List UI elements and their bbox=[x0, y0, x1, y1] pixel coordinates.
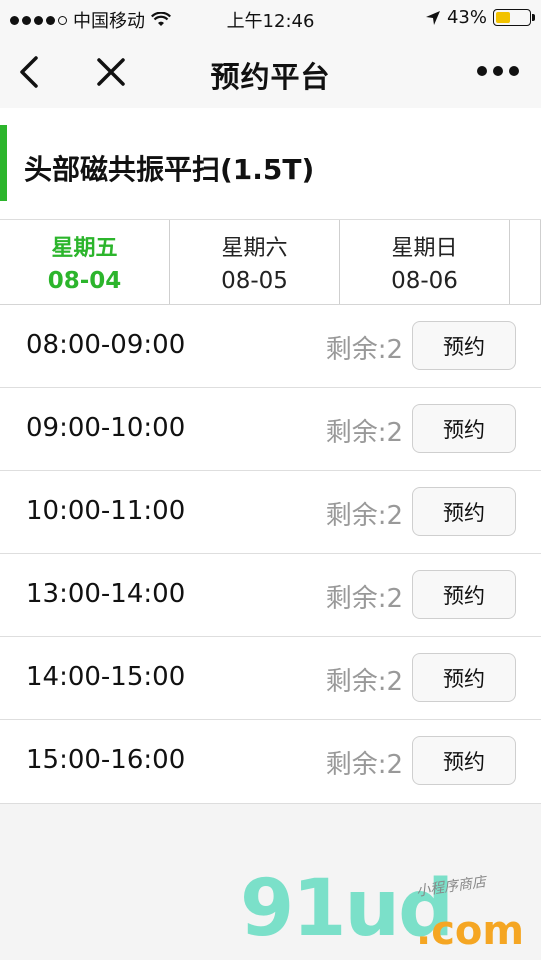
book-button[interactable]: 预约 bbox=[412, 653, 516, 702]
date-tab-date: 08-05 bbox=[221, 268, 288, 294]
watermark-suffix: .com bbox=[416, 908, 525, 954]
location-arrow-icon bbox=[425, 10, 440, 25]
slot-remaining: 剩余:2 bbox=[325, 335, 403, 365]
date-tab-weekday: 星期五 bbox=[51, 236, 118, 261]
slot-time: 14:00-15:00 bbox=[26, 662, 186, 692]
status-right: 43% bbox=[425, 7, 535, 28]
slot-row: 13:00-14:00 剩余:2 预约 bbox=[0, 554, 541, 637]
service-header: 头部磁共振平扫(1.5T) bbox=[0, 108, 541, 220]
accent-bar bbox=[0, 125, 7, 201]
slot-row: 14:00-15:00 剩余:2 预约 bbox=[0, 637, 541, 720]
slot-remaining: 剩余:2 bbox=[325, 418, 403, 448]
slot-remaining: 剩余:2 bbox=[325, 667, 403, 697]
battery-icon bbox=[493, 9, 535, 26]
page-title: 预约平台 bbox=[210, 60, 331, 94]
slot-time: 15:00-16:00 bbox=[26, 745, 186, 775]
book-button[interactable]: 预约 bbox=[412, 736, 516, 785]
slot-row: 15:00-16:00 剩余:2 预约 bbox=[0, 720, 541, 803]
book-button[interactable]: 预约 bbox=[412, 570, 516, 619]
slot-remaining: 剩余:2 bbox=[325, 750, 403, 780]
slot-row: 10:00-11:00 剩余:2 预约 bbox=[0, 471, 541, 554]
date-tab-partial[interactable] bbox=[510, 220, 541, 304]
watermark: 91ud 小程序商店 .com bbox=[240, 870, 530, 956]
more-options-icon[interactable] bbox=[477, 66, 519, 76]
date-tab-date: 08-06 bbox=[391, 268, 458, 294]
slot-time: 09:00-10:00 bbox=[26, 413, 186, 443]
slot-time: 13:00-14:00 bbox=[26, 579, 186, 609]
date-tab-0[interactable]: 星期五 08-04 bbox=[0, 220, 170, 304]
date-tab-weekday: 星期六 bbox=[221, 236, 288, 261]
slot-row: 08:00-09:00 剩余:2 预约 bbox=[0, 305, 541, 388]
slot-list: 08:00-09:00 剩余:2 预约 09:00-10:00 剩余:2 预约 … bbox=[0, 305, 541, 804]
nav-bar: 预约平台 bbox=[0, 36, 541, 108]
slot-time: 08:00-09:00 bbox=[26, 330, 186, 360]
status-bar: 中国移动 上午12:46 43% bbox=[0, 0, 541, 36]
book-button[interactable]: 预约 bbox=[412, 321, 516, 370]
book-button[interactable]: 预约 bbox=[412, 404, 516, 453]
date-tab-date: 08-04 bbox=[47, 268, 122, 294]
slot-row: 09:00-10:00 剩余:2 预约 bbox=[0, 388, 541, 471]
service-title: 头部磁共振平扫(1.5T) bbox=[24, 153, 315, 186]
slot-remaining: 剩余:2 bbox=[325, 584, 403, 614]
date-tab-2[interactable]: 星期日 08-06 bbox=[340, 220, 510, 304]
battery-fill bbox=[496, 12, 510, 23]
slot-remaining: 剩余:2 bbox=[325, 501, 403, 531]
date-tab-1[interactable]: 星期六 08-05 bbox=[170, 220, 340, 304]
battery-percent: 43% bbox=[446, 7, 487, 28]
date-tabs: 星期五 08-04 星期六 08-05 星期日 08-06 bbox=[0, 220, 541, 305]
slot-time: 10:00-11:00 bbox=[26, 496, 186, 526]
book-button[interactable]: 预约 bbox=[412, 487, 516, 536]
date-tab-weekday: 星期日 bbox=[391, 236, 458, 261]
